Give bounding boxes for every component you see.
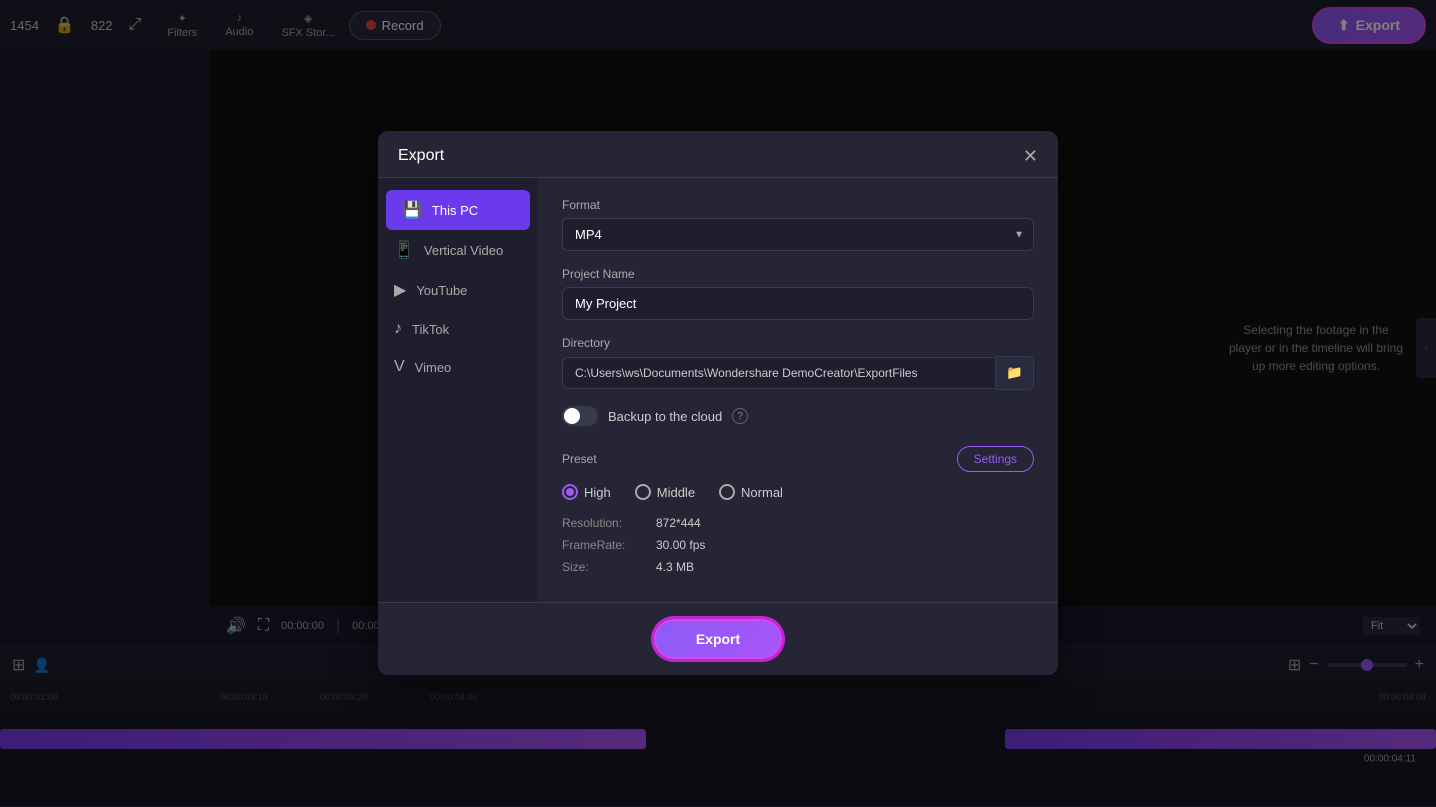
tiktok-label: TikTok	[412, 322, 449, 337]
preset-label: Preset	[562, 452, 597, 466]
format-group: Format MP4 MOV AVI GIF	[562, 198, 1034, 251]
radio-normal-circle	[719, 484, 735, 500]
sidebar-item-youtube[interactable]: ▶ YouTube	[378, 270, 538, 310]
directory-group: Directory 📁	[562, 336, 1034, 390]
framerate-row: FrameRate: 30.00 fps	[562, 538, 1034, 552]
youtube-label: YouTube	[416, 283, 467, 298]
vimeo-label: Vimeo	[415, 360, 452, 375]
directory-input[interactable]	[562, 357, 996, 389]
modal-overlay: Export ✕ 💾 This PC 📱 Vertical Video ▶ Yo…	[0, 0, 1436, 806]
directory-label: Directory	[562, 336, 1034, 350]
preset-high-label: High	[584, 485, 611, 500]
size-row: Size: 4.3 MB	[562, 560, 1034, 574]
preset-options: High Middle Normal	[562, 484, 1034, 500]
preset-normal-label: Normal	[741, 485, 783, 500]
backup-help-icon[interactable]: ?	[732, 408, 748, 424]
resolution-label: Resolution:	[562, 516, 652, 530]
sidebar-item-tiktok[interactable]: ♪ TikTok	[378, 310, 538, 348]
directory-browse-button[interactable]: 📁	[996, 356, 1034, 390]
modal-body: 💾 This PC 📱 Vertical Video ▶ YouTube ♪ T…	[378, 178, 1058, 602]
vertical-video-icon: 📱	[394, 240, 414, 260]
modal-header: Export ✕	[378, 131, 1058, 178]
format-select[interactable]: MP4 MOV AVI GIF	[562, 218, 1034, 251]
modal-sidebar: 💾 This PC 📱 Vertical Video ▶ YouTube ♪ T…	[378, 178, 538, 602]
resolution-row: Resolution: 872*444	[562, 516, 1034, 530]
export-button-modal[interactable]: Export	[654, 619, 782, 659]
this-pc-icon: 💾	[402, 200, 422, 220]
sidebar-item-vertical-video[interactable]: 📱 Vertical Video	[378, 230, 538, 270]
vimeo-icon: V	[394, 358, 405, 376]
preset-high[interactable]: High	[562, 484, 611, 500]
this-pc-label: This PC	[432, 203, 478, 218]
settings-button[interactable]: Settings	[957, 446, 1034, 472]
youtube-icon: ▶	[394, 280, 406, 300]
export-modal: Export ✕ 💾 This PC 📱 Vertical Video ▶ Yo…	[378, 131, 1058, 675]
vertical-video-label: Vertical Video	[424, 243, 503, 258]
backup-label: Backup to the cloud	[608, 409, 722, 424]
modal-form: Format MP4 MOV AVI GIF Project Name	[538, 178, 1058, 602]
project-name-input[interactable]	[562, 287, 1034, 320]
framerate-value: 30.00 fps	[656, 538, 705, 552]
project-name-label: Project Name	[562, 267, 1034, 281]
preset-middle-label: Middle	[657, 485, 695, 500]
sidebar-item-this-pc[interactable]: 💾 This PC	[386, 190, 530, 230]
framerate-label: FrameRate:	[562, 538, 652, 552]
size-value: 4.3 MB	[656, 560, 694, 574]
modal-close-button[interactable]: ✕	[1023, 147, 1038, 165]
preset-middle[interactable]: Middle	[635, 484, 695, 500]
sidebar-item-vimeo[interactable]: V Vimeo	[378, 348, 538, 386]
size-label: Size:	[562, 560, 652, 574]
resolution-value: 872*444	[656, 516, 701, 530]
radio-middle-circle	[635, 484, 651, 500]
toggle-thumb	[564, 408, 580, 424]
modal-footer: Export	[378, 602, 1058, 675]
format-select-wrapper: MP4 MOV AVI GIF	[562, 218, 1034, 251]
project-name-group: Project Name	[562, 267, 1034, 320]
radio-high-dot	[566, 488, 574, 496]
preset-normal[interactable]: Normal	[719, 484, 783, 500]
preset-section: Preset Settings High Middle	[562, 446, 1034, 574]
directory-input-wrapper: 📁	[562, 356, 1034, 390]
tiktok-icon: ♪	[394, 320, 402, 338]
modal-title: Export	[398, 147, 444, 165]
backup-toggle[interactable]	[562, 406, 598, 426]
backup-toggle-row: Backup to the cloud ?	[562, 406, 1034, 426]
format-label: Format	[562, 198, 1034, 212]
preset-header: Preset Settings	[562, 446, 1034, 472]
radio-high-circle	[562, 484, 578, 500]
